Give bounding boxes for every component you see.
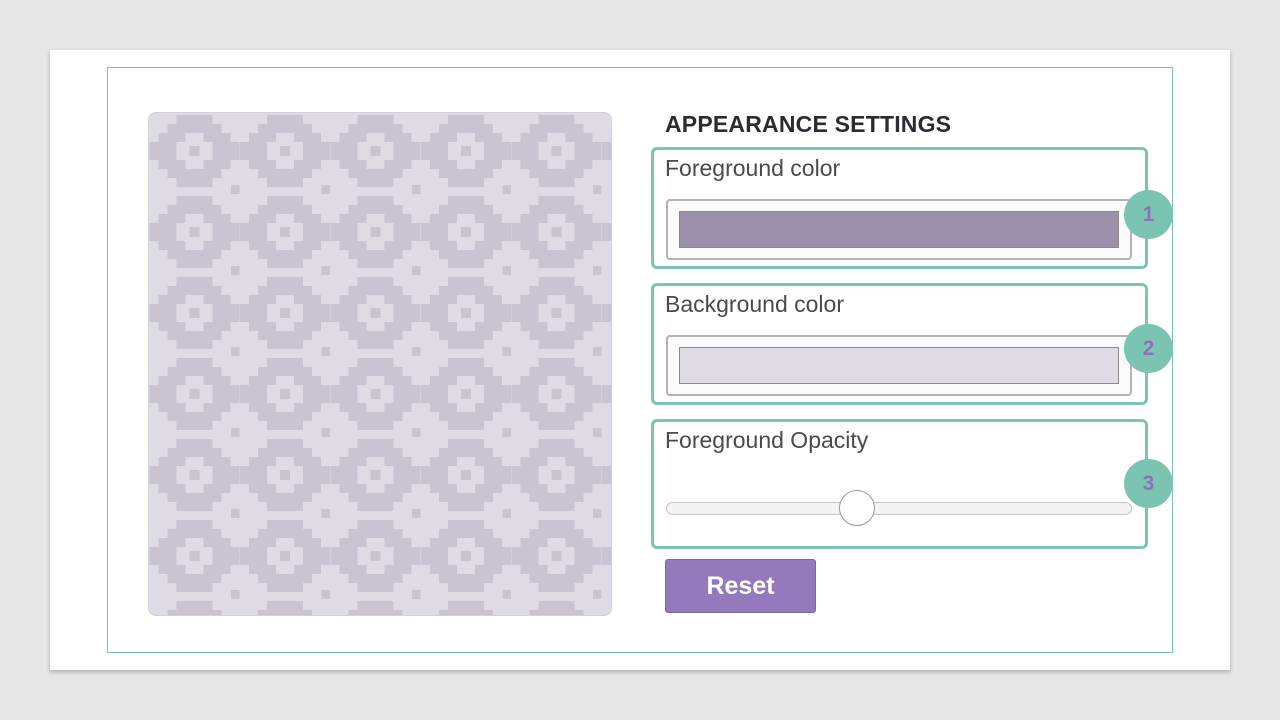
opacity-slider[interactable] [666,490,1132,526]
slide: APPEARANCE SETTINGS Foreground color 1 B… [50,50,1230,670]
opacity-slider-thumb[interactable] [839,490,876,526]
foreground-color-input[interactable] [666,199,1132,260]
reset-button[interactable]: Reset [665,559,816,613]
foreground-color-group: Foreground color [651,147,1148,269]
callout-badge-1: 1 [1124,190,1173,239]
pattern-preview [148,112,612,616]
pattern-preview-image [149,113,611,615]
background-color-group: Background color [651,283,1148,405]
callout-badge-3: 3 [1124,459,1173,508]
background-color-swatch [679,347,1119,384]
background-color-label: Background color [665,291,844,317]
foreground-opacity-label: Foreground Opacity [665,427,869,453]
foreground-opacity-group: Foreground Opacity [651,419,1148,549]
foreground-color-swatch [679,211,1119,248]
foreground-color-label: Foreground color [665,155,841,181]
background-color-input[interactable] [666,335,1132,396]
section-title: APPEARANCE SETTINGS [665,111,952,137]
callout-badge-2: 2 [1124,324,1173,373]
